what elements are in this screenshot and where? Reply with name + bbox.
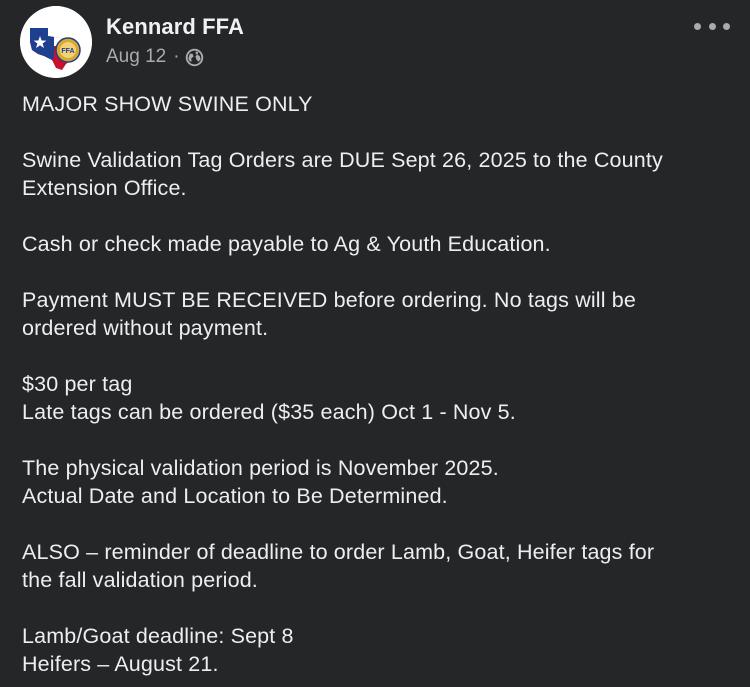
post-date[interactable]: Aug 12 — [106, 46, 166, 68]
author-name[interactable]: Kennard FFA — [106, 14, 244, 40]
post-meta: Aug 12 · — [106, 46, 204, 68]
avatar[interactable]: FFA — [20, 6, 92, 78]
post-paragraph: The physical validation period is Novemb… — [22, 456, 499, 508]
post-paragraph: MAJOR SHOW SWINE ONLY — [22, 92, 313, 116]
post-body: MAJOR SHOW SWINE ONLY Swine Validation T… — [22, 90, 734, 678]
meta-separator: · — [173, 46, 180, 67]
post-paragraph: ALSO – reminder of deadline to order Lam… — [22, 540, 655, 592]
facebook-post: FFA Kennard FFA Aug 12 · MAJOR SHOW SWIN… — [0, 0, 750, 687]
globe-icon — [185, 48, 204, 67]
texas-ffa-emblem-icon: FFA — [20, 6, 92, 78]
more-options-icon[interactable] — [694, 18, 730, 34]
post-paragraph: Cash or check made payable to Ag & Youth… — [22, 232, 551, 256]
post-paragraph: Payment MUST BE RECEIVED before ordering… — [22, 288, 636, 340]
post-header: FFA Kennard FFA Aug 12 · — [20, 6, 730, 78]
post-paragraph: Lamb/Goat deadline: Sept 8 Heifers – Aug… — [22, 624, 294, 676]
post-paragraph: Swine Validation Tag Orders are DUE Sept… — [22, 148, 663, 200]
ffa-emblem-text: FFA — [61, 48, 74, 55]
post-paragraph: $30 per tag Late tags can be ordered ($3… — [22, 372, 516, 424]
